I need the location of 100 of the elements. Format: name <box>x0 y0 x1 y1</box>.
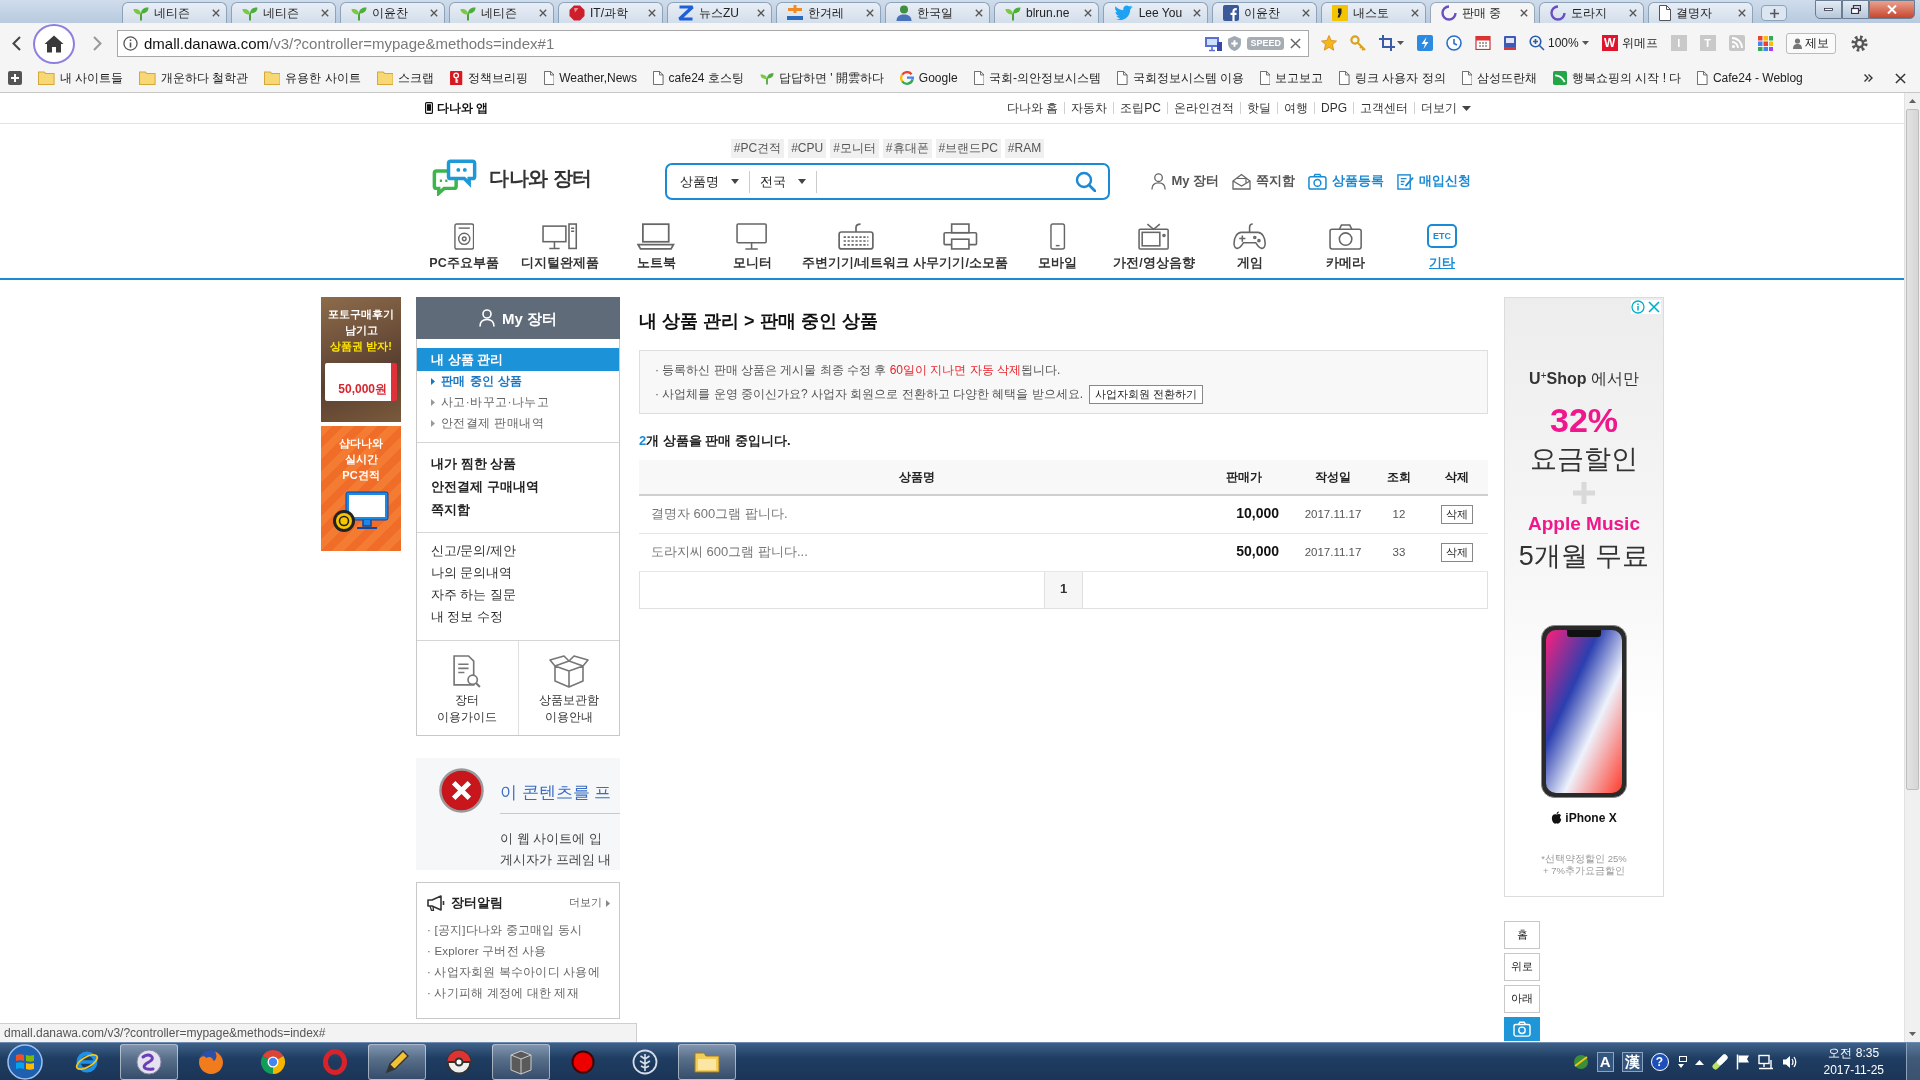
flag-icon[interactable] <box>1735 1054 1750 1070</box>
browser-tab[interactable]: 네티즌 <box>449 2 554 23</box>
crop-icon[interactable] <box>1379 35 1395 52</box>
menu-item[interactable]: 사고·바꾸고·나누고 <box>417 392 619 413</box>
bookmark[interactable]: 행복쇼핑의 시작 ! 다 <box>1553 69 1682 87</box>
restore-button[interactable] <box>1842 0 1869 19</box>
bookmark[interactable]: Weather,News <box>543 69 637 87</box>
notice-item[interactable]: · [공지]다나와 중고매입 동시 <box>427 920 610 942</box>
hashtag-link[interactable]: #RAM <box>1004 139 1045 158</box>
close-icon[interactable] <box>212 9 220 17</box>
nav-link[interactable]: 자동차 <box>1064 102 1114 114</box>
nav-link[interactable]: 고객센터 <box>1353 102 1414 114</box>
taskbar-button[interactable] <box>368 1044 426 1080</box>
hashtag-link[interactable]: #PC견적 <box>730 139 785 158</box>
menu-item[interactable]: 내가 찜한 상품 <box>417 452 619 476</box>
close-icon[interactable] <box>975 9 983 17</box>
star-icon[interactable] <box>1321 35 1337 52</box>
browser-tab[interactable]: 한겨레 <box>776 2 881 23</box>
bookmark[interactable]: 링크 사용자 정의 <box>1339 69 1446 87</box>
notice-item[interactable]: · 사기피해 계정에 대한 제재 <box>427 983 610 1005</box>
address-bar[interactable]: dmall.danawa.com/v3/?controller=mypage&methods=index#1 SPEED <box>117 30 1309 57</box>
app-link[interactable]: 다나와 앱 <box>425 99 489 117</box>
browser-tab[interactable]: 네티즌 <box>122 2 227 23</box>
region-dropdown[interactable]: 전국 <box>750 170 817 193</box>
bookmark[interactable]: 보고보고 <box>1259 69 1324 87</box>
menu-item[interactable]: 판매 중인 상품 <box>417 371 619 392</box>
new-tab-button[interactable] <box>1761 5 1787 21</box>
home-button[interactable] <box>33 23 75 64</box>
delete-button[interactable]: 삭제 <box>1440 542 1473 562</box>
scrollbar-thumb[interactable] <box>1906 109 1919 790</box>
info-icon[interactable] <box>123 36 138 51</box>
close-icon[interactable] <box>648 9 656 17</box>
close-icon[interactable] <box>1193 9 1201 17</box>
bookmark[interactable]: 스크랩 <box>376 69 435 87</box>
notice-item[interactable]: · 사업자회원 복수아이디 사용에 <box>427 962 610 984</box>
browser-tab[interactable]: 이윤찬 <box>1212 2 1317 23</box>
nav-link[interactable]: 조립PC <box>1113 102 1167 114</box>
bookmark[interactable]: 답답하면 ' 開雲하다 <box>759 69 884 87</box>
menu-item[interactable]: 안전결제 구매내역 <box>417 475 619 499</box>
more-menu[interactable]: 더보기 <box>1414 102 1477 114</box>
messages-link[interactable]: 쪽지함 <box>1232 172 1296 191</box>
clock-icon[interactable] <box>1446 35 1462 52</box>
speech-bubbles-icon[interactable] <box>432 159 477 196</box>
browser-tab[interactable]: 결명자 <box>1648 2 1753 23</box>
bookmark[interactable]: cafe24 호스팅 <box>653 69 744 87</box>
browser-tab[interactable]: 네티즌 <box>231 2 336 23</box>
bookmark[interactable]: 국회정보시스템 이용 <box>1117 69 1244 87</box>
product-link[interactable]: 도라지씨 600그램 팝니다... <box>651 543 808 559</box>
bookmark[interactable]: 국회-의안정보시스템 <box>973 69 1102 87</box>
browser-tab[interactable]: IT/과학 <box>558 2 663 23</box>
browser-tab[interactable]: 도라지 <box>1539 2 1644 23</box>
apps-grid-icon[interactable] <box>1757 35 1774 52</box>
quick-button[interactable]: 아래 <box>1504 985 1540 1013</box>
slashed-circle-icon[interactable] <box>1572 1054 1589 1070</box>
account-link[interactable]: My 장터 <box>1151 172 1220 191</box>
caret-icon[interactable] <box>1694 1059 1704 1065</box>
hashtag-link[interactable]: #휴대폰 <box>882 139 932 158</box>
bookmark[interactable]: Cafe24 - Weblog <box>1697 69 1803 87</box>
zoom-button[interactable]: 100% <box>1529 35 1589 52</box>
category-tab[interactable]: ETC 기타 <box>1393 210 1490 272</box>
page-link[interactable]: 1 <box>1044 571 1083 608</box>
back-icon[interactable] <box>12 36 21 51</box>
lightning-icon[interactable] <box>1417 35 1433 52</box>
category-tab[interactable]: 주변기기/네트워크 <box>800 210 912 272</box>
register-link[interactable]: 상품등록 <box>1308 172 1384 191</box>
menu-item[interactable]: 내 정보 수정 <box>417 607 619 630</box>
guide-link[interactable]: 상품보관함 이용안내 <box>517 641 619 736</box>
browser-tab[interactable]: 한국일 <box>885 2 990 23</box>
nav-link[interactable]: DPG <box>1314 102 1353 114</box>
camera-button[interactable] <box>1504 1017 1540 1041</box>
close-icon[interactable] <box>321 9 329 17</box>
convert-button[interactable]: 사업자회원 전환하기 <box>1089 384 1204 404</box>
bookmark[interactable]: 유용한 사이트 <box>263 69 361 87</box>
close-icon[interactable] <box>757 9 765 17</box>
field-dropdown[interactable]: 상품명 <box>680 170 750 193</box>
search-bar[interactable]: 상품명 전국 <box>665 163 1110 200</box>
menu-item[interactable]: 자주 하는 질문 <box>417 585 619 608</box>
category-tab[interactable]: 카메라 <box>1297 210 1394 272</box>
bookmark[interactable]: 삼성뜨란채 <box>1461 69 1538 87</box>
close-icon[interactable] <box>430 9 438 17</box>
help-button[interactable]: ? <box>1650 1053 1669 1071</box>
book-icon[interactable] <box>1504 36 1516 51</box>
product-link[interactable]: 결명자 600그램 팝니다. <box>651 506 788 522</box>
browser-tab[interactable]: 뉴스ZU <box>667 2 772 23</box>
clear-icon[interactable] <box>1290 38 1301 49</box>
bookmark[interactable]: 내 사이트들 <box>38 69 123 87</box>
chevrons-icon[interactable] <box>1864 74 1873 82</box>
guide-link[interactable]: 장터 이용가이드 <box>417 641 518 736</box>
taskbar-button[interactable] <box>120 1044 178 1080</box>
hashtag-link[interactable]: #브랜드PC <box>935 139 1001 158</box>
bookmark[interactable]: 정책브리핑 <box>450 69 528 87</box>
category-tab[interactable]: PC주요부품 <box>416 210 512 272</box>
menu-item[interactable]: 나의 문의내역 <box>417 563 619 586</box>
category-tab[interactable]: 모니터 <box>704 210 800 272</box>
plus-box-icon[interactable] <box>8 71 22 85</box>
close-icon[interactable] <box>866 9 874 17</box>
settings-icon[interactable] <box>1851 35 1869 52</box>
more-link[interactable]: 더보기 <box>569 895 610 911</box>
nav-link[interactable]: 온라인견적 <box>1167 102 1240 114</box>
menu-item[interactable]: 안전결제 판매내역 <box>417 413 619 434</box>
